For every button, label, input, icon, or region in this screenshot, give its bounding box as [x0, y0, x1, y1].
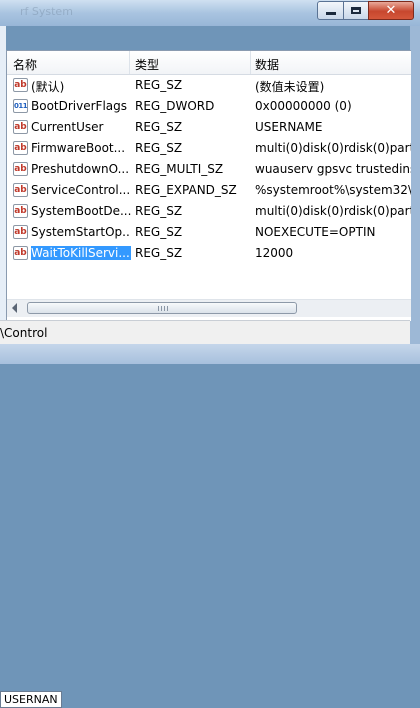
- string-value-icon: ab: [13, 225, 28, 239]
- maximize-icon: [351, 7, 361, 14]
- value-data: wuauserv gpsvc trustedinsta: [255, 162, 411, 176]
- value-name: SystemBootDe...: [31, 204, 131, 218]
- value-type: REG_EXPAND_SZ: [135, 183, 237, 197]
- minimize-button[interactable]: [317, 1, 344, 20]
- value-name-text: ServiceControl...: [31, 183, 131, 197]
- string-value-icon: ab: [13, 162, 28, 176]
- value-name: FirmwareBoot...: [31, 141, 131, 155]
- background-window: USERNAN: [0, 344, 420, 708]
- value-name-text: CurrentUser: [31, 120, 104, 134]
- value-data: multi(0)disk(0)rdisk(0)partiti: [255, 141, 411, 155]
- value-name-text: SystemStartOp...: [31, 225, 131, 239]
- value-name: BootDriverFlags: [31, 99, 131, 113]
- table-row[interactable]: ab PreshutdownO... REG_MULTI_SZ wuauserv gp…: [7, 159, 411, 180]
- horizontal-scrollbar[interactable]: [7, 299, 411, 317]
- value-type: REG_SZ: [135, 246, 183, 260]
- minimize-icon: [325, 12, 336, 15]
- value-name: SystemStartOp...: [31, 225, 131, 239]
- value-name: ServiceControl...: [31, 183, 131, 197]
- title-bar: rf System ✕: [0, 0, 420, 26]
- value-data: 0x00000000 (0): [255, 99, 352, 113]
- column-divider[interactable]: [129, 51, 130, 74]
- value-type: REG_SZ: [135, 120, 183, 134]
- registry-values-list: 名称 类型 数据 ab (默认) REG_SZ (数值未设置) 011 BootDrive…: [6, 50, 411, 321]
- value-name: WaitToKillServi...: [31, 246, 131, 260]
- column-header-name[interactable]: 名称: [13, 56, 37, 73]
- value-data: %systemroot%\system32\sc: [255, 183, 411, 197]
- close-icon: ✕: [385, 3, 397, 18]
- string-value-icon: ab: [13, 141, 28, 155]
- value-type: REG_DWORD: [135, 99, 215, 113]
- value-name-text: SystemBootDe...: [31, 204, 131, 218]
- value-name-text: BootDriverFlags: [31, 99, 128, 113]
- maximize-button[interactable]: [343, 1, 369, 20]
- table-row[interactable]: ab SystemStartOp... REG_SZ NOEXECUTE=OPTIN: [7, 222, 411, 243]
- value-data: 12000: [255, 246, 294, 260]
- table-row[interactable]: ab ServiceControl... REG_EXPAND_SZ %systemr…: [7, 180, 411, 201]
- value-name: (默认): [31, 78, 131, 95]
- background-text: USERNAN: [0, 691, 62, 708]
- value-data: NOEXECUTE=OPTIN: [255, 225, 376, 239]
- table-row[interactable]: ab SystemBootDe... REG_SZ multi(0)disk(0)rd…: [7, 201, 411, 222]
- value-name: CurrentUser: [31, 120, 131, 134]
- column-header-type[interactable]: 类型: [135, 56, 159, 73]
- table-row[interactable]: ab FirmwareBoot... REG_SZ multi(0)disk(0)rd…: [7, 138, 411, 159]
- scrollbar-thumb[interactable]: [27, 302, 297, 314]
- window-frame-right: [410, 26, 420, 344]
- selected-value-name: WaitToKillServi...: [31, 246, 131, 260]
- value-type: REG_SZ: [135, 225, 183, 239]
- status-bar: \Control: [0, 320, 410, 345]
- window-title: rf System: [20, 5, 73, 18]
- value-name-text: PreshutdownO...: [31, 162, 130, 176]
- value-name-text: FirmwareBoot...: [31, 141, 126, 155]
- table-row[interactable]: ab WaitToKillServi... REG_SZ 12000: [7, 243, 411, 264]
- status-path: \Control: [0, 326, 48, 340]
- value-type: REG_SZ: [135, 204, 183, 218]
- string-value-icon: ab: [13, 120, 28, 134]
- string-value-icon: ab: [13, 78, 28, 92]
- column-header-data[interactable]: 数据: [255, 56, 279, 73]
- string-value-icon: ab: [13, 246, 28, 260]
- scroll-left-arrow-icon[interactable]: [12, 303, 17, 313]
- table-row[interactable]: 011 BootDriverFlags REG_DWORD 0x00000000 (0…: [7, 96, 411, 117]
- close-button[interactable]: ✕: [368, 1, 414, 20]
- table-row[interactable]: ab (默认) REG_SZ (数值未设置): [7, 75, 411, 96]
- string-value-icon: ab: [13, 204, 28, 218]
- value-name: PreshutdownO...: [31, 162, 131, 176]
- binary-value-icon: 011: [13, 99, 28, 113]
- column-divider[interactable]: [250, 51, 251, 74]
- grip-icon: [158, 306, 168, 311]
- value-type: REG_MULTI_SZ: [135, 162, 224, 176]
- column-header-row: 名称 类型 数据: [7, 51, 411, 75]
- value-name-text: (默认): [31, 80, 65, 94]
- table-row[interactable]: ab CurrentUser REG_SZ USERNAME: [7, 117, 411, 138]
- value-data: (数值未设置): [255, 80, 325, 94]
- value-data: multi(0)disk(0)rdisk(0)partiti: [255, 204, 411, 218]
- value-type: REG_SZ: [135, 78, 183, 92]
- value-data: USERNAME: [255, 120, 323, 134]
- value-type: REG_SZ: [135, 141, 183, 155]
- string-value-icon: ab: [13, 183, 28, 197]
